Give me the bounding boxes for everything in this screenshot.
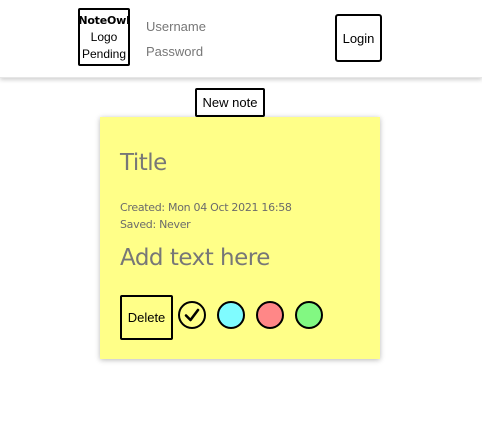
color-swatch-yellow[interactable] bbox=[178, 301, 206, 329]
logo: NoteOwl Logo Pending bbox=[78, 8, 130, 66]
login-button[interactable]: Login bbox=[335, 14, 382, 62]
sticky-note: Title Created: Mon 04 Oct 2021 16:58 Sav… bbox=[100, 117, 380, 359]
top-bar: NoteOwl Logo Pending Login bbox=[0, 0, 482, 78]
color-swatch-red[interactable] bbox=[256, 301, 284, 329]
login-form bbox=[146, 14, 296, 64]
logo-line-2: Logo bbox=[90, 29, 118, 44]
note-saved-status: Saved: Never bbox=[120, 218, 191, 231]
logo-brand-text: NoteOwl bbox=[78, 13, 130, 27]
password-input[interactable] bbox=[146, 39, 296, 64]
note-body-field[interactable]: Add text here bbox=[120, 245, 270, 271]
color-swatch-cyan[interactable] bbox=[217, 301, 245, 329]
check-icon bbox=[184, 308, 200, 322]
delete-note-button[interactable]: Delete bbox=[120, 295, 173, 340]
note-metadata: Created: Mon 04 Oct 2021 16:58 Saved: Ne… bbox=[120, 199, 292, 233]
logo-line-3: Pending bbox=[81, 46, 127, 61]
note-created-timestamp: Created: Mon 04 Oct 2021 16:58 bbox=[120, 201, 292, 214]
new-note-button[interactable]: New note bbox=[195, 88, 265, 117]
note-title-field[interactable]: Title bbox=[120, 150, 167, 176]
color-swatch-green[interactable] bbox=[295, 301, 323, 329]
username-input[interactable] bbox=[146, 14, 296, 39]
